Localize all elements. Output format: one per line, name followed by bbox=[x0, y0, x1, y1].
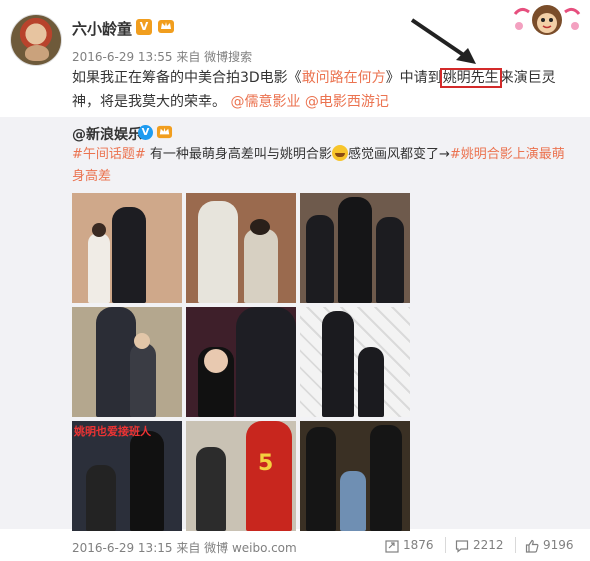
post-source[interactable]: 微博搜索 bbox=[204, 50, 252, 64]
member-crown-icon bbox=[156, 125, 173, 139]
post-time[interactable]: 2016-6-29 13:55 bbox=[72, 50, 173, 64]
photo-thumbnail[interactable] bbox=[186, 193, 296, 303]
comment-button[interactable]: 2212 bbox=[455, 537, 504, 553]
repost-author[interactable]: @新浪娱乐 bbox=[72, 124, 142, 144]
stat-divider bbox=[515, 537, 516, 553]
photo-thumbnail[interactable] bbox=[72, 193, 182, 303]
like-count: 9196 bbox=[543, 538, 574, 552]
photo-thumbnail[interactable] bbox=[300, 421, 410, 531]
repost-button[interactable]: 1876 bbox=[385, 537, 434, 553]
verified-badge: V bbox=[136, 19, 152, 35]
photo-thumbnail[interactable] bbox=[72, 307, 182, 417]
repost-count: 1876 bbox=[403, 538, 434, 552]
weibo-post-card: 六小龄童 V 2016-6-29 13:55 来自 微博搜索 如果我正在筹备的中… bbox=[0, 0, 590, 561]
post-meta: 2016-6-29 13:55 来自 微博搜索 bbox=[72, 48, 252, 65]
like-button[interactable]: 9196 bbox=[525, 537, 574, 553]
photo-thumbnail[interactable]: 5 bbox=[186, 421, 296, 531]
blue-verified-icon: V bbox=[138, 125, 153, 140]
thumbs-up-icon bbox=[525, 539, 539, 553]
source-prefix: 来自 bbox=[176, 50, 201, 64]
author-avatar[interactable] bbox=[10, 14, 62, 66]
author-name[interactable]: 六小龄童 bbox=[72, 18, 132, 39]
post-text-mid: 》中请到 bbox=[385, 70, 442, 86]
mention-xiyouji[interactable]: @电影西游记 bbox=[305, 94, 389, 110]
post-text: 如果我正在筹备的中美合拍3D电影《敢问路在何方》中请到姚明先生来演巨灵神，将是我… bbox=[72, 66, 572, 114]
photo-caption: 姚明也爱接班人 bbox=[74, 425, 151, 438]
movie-title-link[interactable]: 敢问路在何方 bbox=[302, 70, 386, 86]
photo-thumbnail[interactable] bbox=[300, 193, 410, 303]
laugh-emoji-icon bbox=[331, 145, 348, 161]
stat-divider bbox=[445, 537, 446, 553]
repost-time[interactable]: 2016-6-29 13:15 bbox=[72, 541, 173, 555]
photo-thumbnail[interactable] bbox=[300, 307, 410, 417]
repost-meta: 2016-6-29 13:15 来自 微博 weibo.com bbox=[72, 539, 297, 556]
repost-icon bbox=[385, 539, 399, 553]
mention-ruyi[interactable]: @儒意影业 bbox=[230, 94, 300, 110]
comment-icon bbox=[455, 539, 469, 553]
topic-link[interactable]: #午间话题# bbox=[72, 147, 146, 162]
photo-thumbnail[interactable]: 姚明也爱接班人 bbox=[72, 421, 182, 531]
member-crown-icon bbox=[158, 20, 174, 33]
post-text-before: 如果我正在筹备的中美合拍3D电影《 bbox=[72, 70, 302, 86]
photo-thumbnail[interactable] bbox=[186, 307, 296, 417]
repost-text-2: 感觉画风都变了→ bbox=[347, 147, 450, 162]
monkey-sticker-icon bbox=[513, 5, 581, 35]
highlighted-name: 姚明先生 bbox=[439, 68, 502, 88]
repost-text: #午间话题# 有一种最萌身高差叫与姚明合影 感觉画风都变了→#姚明合影上演最萌身高… bbox=[72, 144, 572, 188]
repost-source-prefix: 来自 bbox=[176, 541, 201, 555]
repost-source[interactable]: 微博 weibo.com bbox=[204, 541, 297, 555]
repost-text-1: 有一种最萌身高差叫与姚明合影 bbox=[145, 147, 332, 162]
comment-count: 2212 bbox=[473, 538, 504, 552]
